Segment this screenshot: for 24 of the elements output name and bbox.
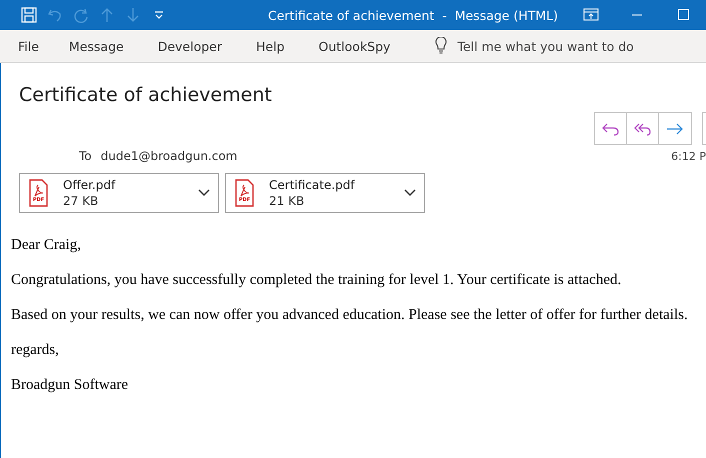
body-paragraph: regards, — [11, 341, 60, 359]
body-paragraph: Dear Craig, — [11, 236, 82, 254]
reply-icon — [602, 122, 620, 136]
window-title: Certificate of achievement - Message (HTML) — [266, 8, 560, 22]
menu-tab[interactable]: Message — [58, 38, 135, 54]
pdf-file-icon — [235, 179, 254, 207]
chevron-down-icon[interactable] — [198, 189, 210, 197]
menu-tab[interactable]: Help — [245, 38, 296, 54]
sent-time: 6:12 P — [671, 150, 706, 162]
body-paragraph: Based on your results, we can now offer you advanced education. Please see the letter of offer for further details. — [11, 306, 689, 324]
message-subject: Certificate of achievement — [18, 83, 273, 106]
to-label: To — [79, 149, 92, 163]
body-paragraph: Broadgun Software — [11, 376, 130, 394]
menu-tab[interactable]: Developer — [146, 38, 234, 54]
menu-tab[interactable]: OutlookSpy — [308, 38, 402, 54]
reply-all-icon — [634, 122, 652, 136]
menu-tab[interactable]: File — [7, 38, 50, 54]
forward-icon — [666, 122, 684, 136]
recipient: dude1@broadgun.com — [100, 149, 238, 163]
body-paragraph: Congratulations, you have successfully completed the training for level 1. Your certificate is attached. — [11, 271, 622, 289]
search-field[interactable]: Tell me what you want to do — [457, 38, 678, 54]
pdf-file-icon — [29, 179, 48, 207]
chevron-down-icon[interactable] — [404, 189, 416, 197]
lightbulb-icon — [435, 37, 448, 55]
